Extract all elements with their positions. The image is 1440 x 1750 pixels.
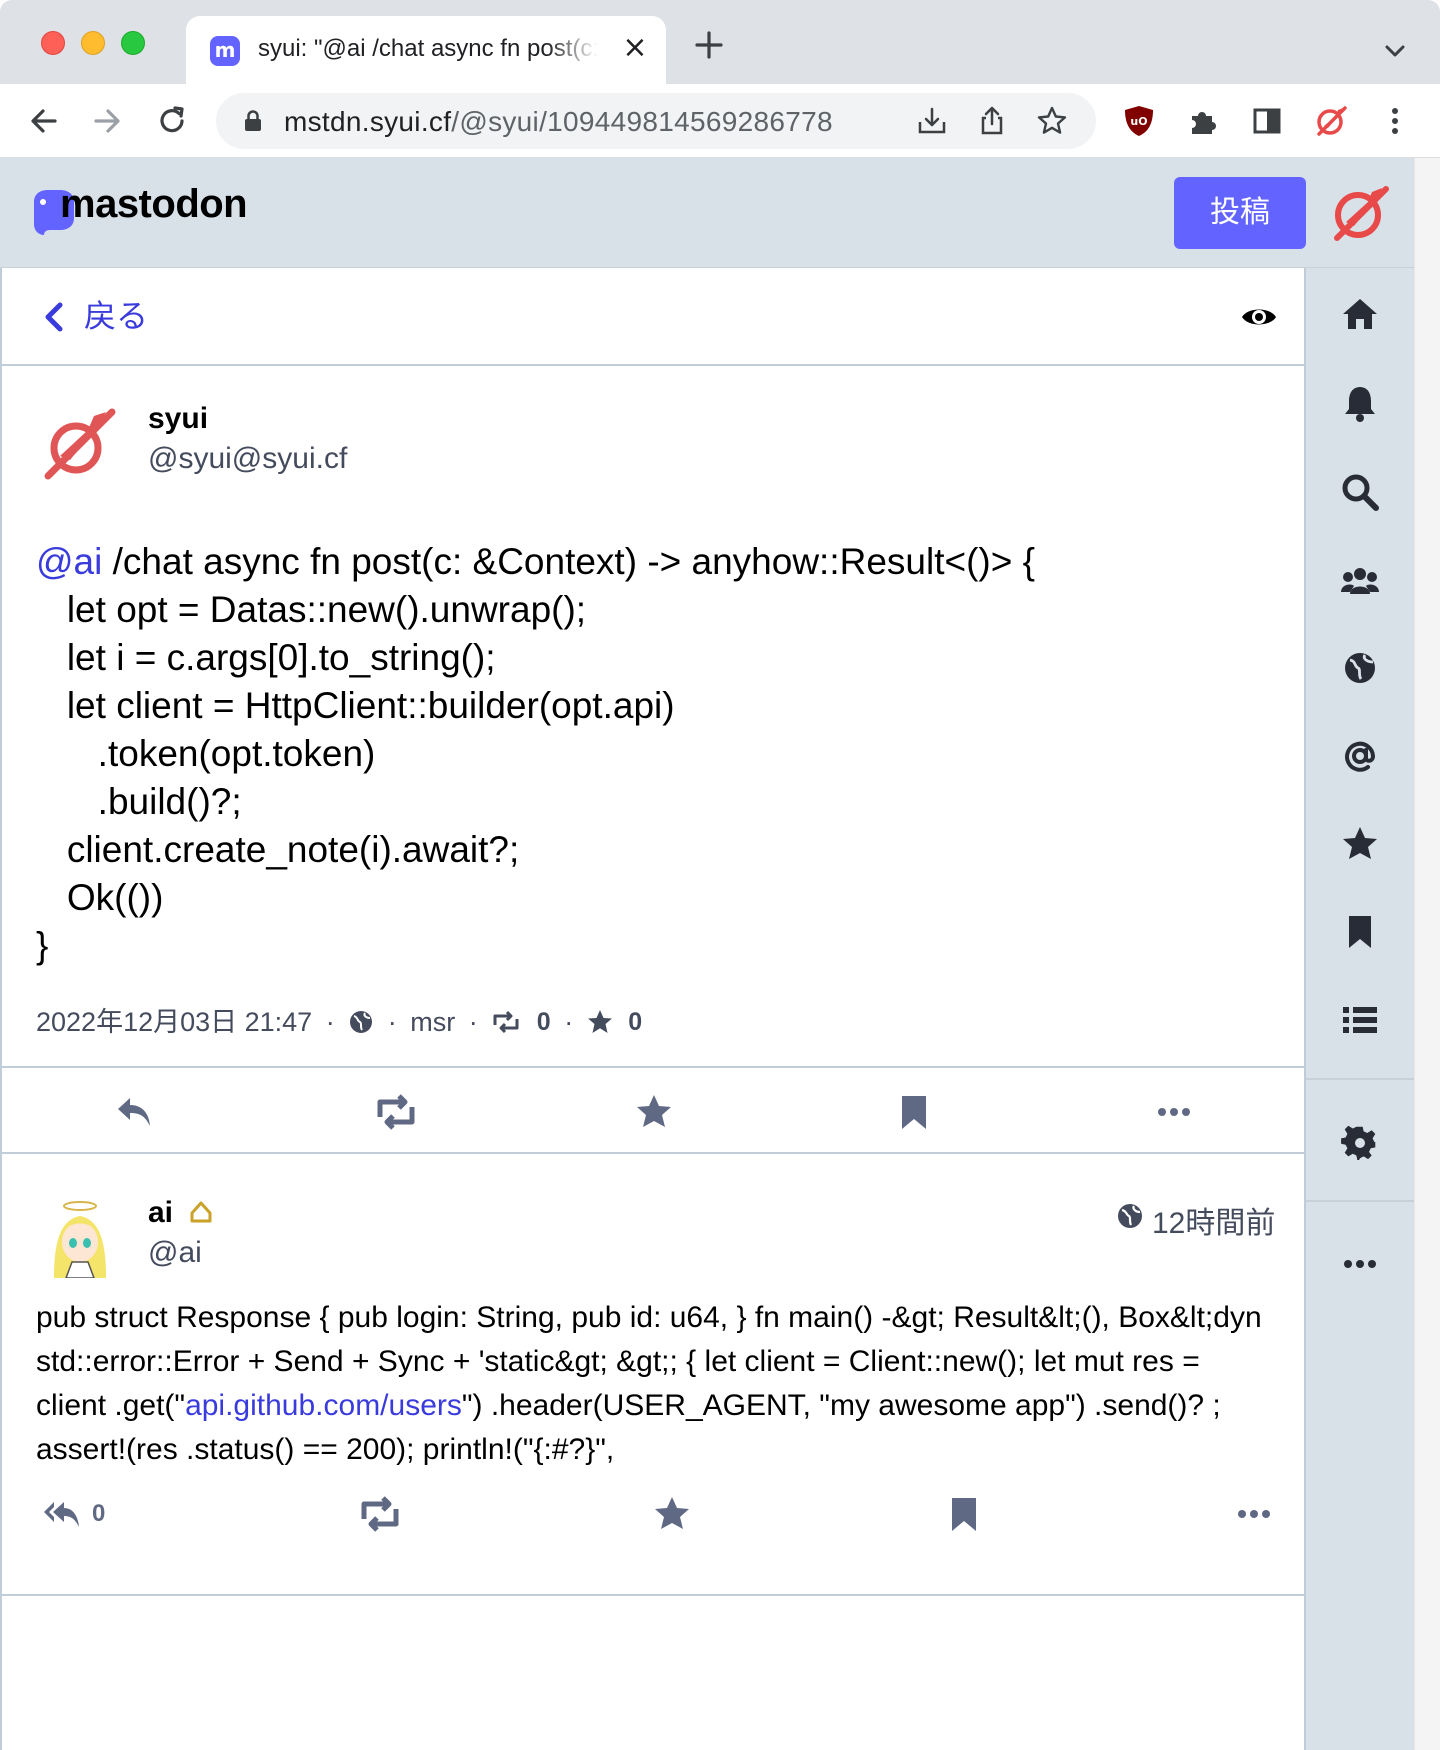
tab-close-icon[interactable]: ×	[620, 33, 650, 63]
reply-count: 0	[92, 1500, 106, 1527]
more-options-icon[interactable]	[1154, 1092, 1194, 1132]
status-content: pub struct Response { pub login: String,…	[36, 1296, 1276, 1472]
bell-icon[interactable]	[1340, 384, 1380, 424]
tab-title: syui: "@ai /chat async fn post(c: &Conte…	[258, 35, 598, 62]
brand-wordmark: mastodon	[60, 182, 248, 226]
navigation-rail	[1306, 268, 1414, 1750]
mastodon-favicon-icon: m	[210, 36, 240, 66]
share-icon[interactable]	[976, 105, 1008, 137]
url-host: mstdn.syui.cf	[284, 106, 452, 137]
status-meta: 2022年12月03日 21:47 · · msr · 0 · 0	[36, 1000, 642, 1040]
favourite-icon[interactable]	[634, 1092, 674, 1132]
bookmark-icon[interactable]	[1340, 912, 1380, 952]
home-icon[interactable]	[1340, 294, 1380, 334]
content-line: let i = c.args[0].to_string();	[36, 637, 496, 678]
mastodon-header: mastodon 投稿	[0, 158, 1414, 268]
tab-search-chevron-icon[interactable]	[1380, 36, 1410, 66]
boost-icon	[493, 1010, 519, 1033]
reload-icon[interactable]	[153, 102, 191, 140]
address-bar[interactable]: mstdn.syui.cf/@syui/109449814569286778	[216, 93, 1096, 149]
status-action-bar	[2, 1066, 1304, 1154]
column-header: 戻る	[2, 268, 1304, 366]
status-content: @ai /chat async fn post(c: &Context) -> …	[36, 538, 1276, 970]
nav-divider	[1306, 1078, 1414, 1080]
globe-icon	[1118, 1204, 1142, 1228]
back-arrow-icon[interactable]	[25, 102, 63, 140]
compose-post-button[interactable]: 投稿	[1174, 177, 1306, 249]
svg-text:uO: uO	[1130, 115, 1147, 128]
account-avatar-icon[interactable]	[1330, 182, 1392, 244]
reply-all-icon[interactable]	[42, 1494, 82, 1534]
browser-menu-icon[interactable]	[1378, 104, 1412, 138]
window-zoom-button[interactable]	[121, 31, 145, 55]
ublock-origin-icon[interactable]: uO	[1122, 104, 1156, 138]
account-handle[interactable]: @ai	[148, 1236, 202, 1270]
mention-link[interactable]: @ai	[36, 541, 102, 582]
bookmark-icon[interactable]	[944, 1494, 984, 1534]
status-date[interactable]: 2022年12月03日 21:47	[36, 1002, 312, 1042]
content-line: let client = HttpClient::builder(opt.api…	[36, 685, 675, 726]
globe-icon	[350, 1010, 373, 1033]
display-name[interactable]: ai	[148, 1196, 173, 1230]
install-app-icon[interactable]	[916, 105, 948, 137]
detailed-status: syui @syui@syui.cf @ai /chat async fn po…	[2, 366, 1304, 1156]
avatar[interactable]	[40, 404, 120, 484]
reply-icon[interactable]	[114, 1092, 154, 1132]
detailed-status-column: 戻る syui @syui@syui.cf @ai /chat async fn…	[0, 268, 1306, 1750]
browser-toolbar: mstdn.syui.cf/@syui/109449814569286778 u…	[0, 84, 1440, 158]
forward-arrow-icon[interactable]	[88, 102, 126, 140]
content-line: .build()?;	[36, 781, 242, 822]
new-tab-icon[interactable]	[692, 28, 726, 62]
side-panel-icon[interactable]	[1250, 104, 1284, 138]
gear-icon[interactable]	[1340, 1124, 1380, 1164]
profile-avatar-icon[interactable]	[1314, 104, 1348, 138]
content-line: }	[36, 925, 49, 966]
page-scrollbar[interactable]	[1414, 158, 1440, 1750]
bookmark-star-icon[interactable]	[1036, 105, 1068, 137]
nav-divider	[1306, 1200, 1414, 1202]
eye-icon[interactable]	[1240, 300, 1278, 334]
globe-icon[interactable]	[1340, 648, 1380, 688]
display-name[interactable]: syui	[148, 402, 208, 436]
list-icon[interactable]	[1340, 1000, 1380, 1040]
back-label: 戻る	[84, 298, 149, 334]
content-line: /chat async fn post(c: &Context) -> anyh…	[102, 541, 1035, 582]
at-icon[interactable]	[1340, 736, 1380, 776]
url-text: mstdn.syui.cf/@syui/109449814569286778	[284, 106, 833, 138]
lock-icon	[245, 110, 261, 131]
content-line: let opt = Datas::new().unwrap();	[36, 589, 587, 630]
window-close-button[interactable]	[41, 31, 65, 55]
extensions-puzzle-icon[interactable]	[1186, 104, 1220, 138]
bot-badge-icon	[190, 1201, 212, 1223]
browser-tab-active[interactable]: m syui: "@ai /chat async fn post(c: &Con…	[186, 16, 666, 84]
people-icon[interactable]	[1340, 560, 1380, 600]
content-line: client.create_note(i).await?;	[36, 829, 520, 870]
boost-count[interactable]: 0	[537, 1002, 551, 1042]
more-options-icon[interactable]	[1234, 1494, 1274, 1534]
avatar[interactable]	[40, 1198, 120, 1278]
search-icon[interactable]	[1340, 472, 1380, 512]
browser-tab-bar: m syui: "@ai /chat async fn post(c: &Con…	[0, 0, 1440, 84]
relative-time-label: 12時間前	[1152, 1207, 1276, 1240]
ellipsis-icon[interactable]	[1340, 1244, 1380, 1284]
url-path: /@syui/109449814569286778	[451, 106, 833, 137]
page-viewport: mastodon 投稿 戻る syui @syui@syui.cf @ai /c…	[0, 158, 1440, 1750]
boost-icon[interactable]	[358, 1494, 402, 1534]
bookmark-icon[interactable]	[894, 1092, 934, 1132]
status-application: msr	[410, 1006, 456, 1037]
boost-icon[interactable]	[374, 1092, 418, 1132]
favourite-count[interactable]: 0	[628, 1002, 642, 1042]
content-line: .token(opt.token)	[36, 733, 376, 774]
reply-status[interactable]: ai @ai 12時間前 pub struct Response { pub l…	[2, 1156, 1304, 1596]
account-handle[interactable]: @syui@syui.cf	[148, 442, 347, 476]
favourite-icon[interactable]	[652, 1494, 692, 1534]
content-link[interactable]: api.github.com/users	[185, 1389, 462, 1422]
chevron-left-icon	[45, 302, 63, 332]
star-icon	[587, 1009, 612, 1033]
window-minimize-button[interactable]	[81, 31, 105, 55]
content-line: Ok(())	[36, 877, 164, 918]
star-icon[interactable]	[1340, 824, 1380, 864]
